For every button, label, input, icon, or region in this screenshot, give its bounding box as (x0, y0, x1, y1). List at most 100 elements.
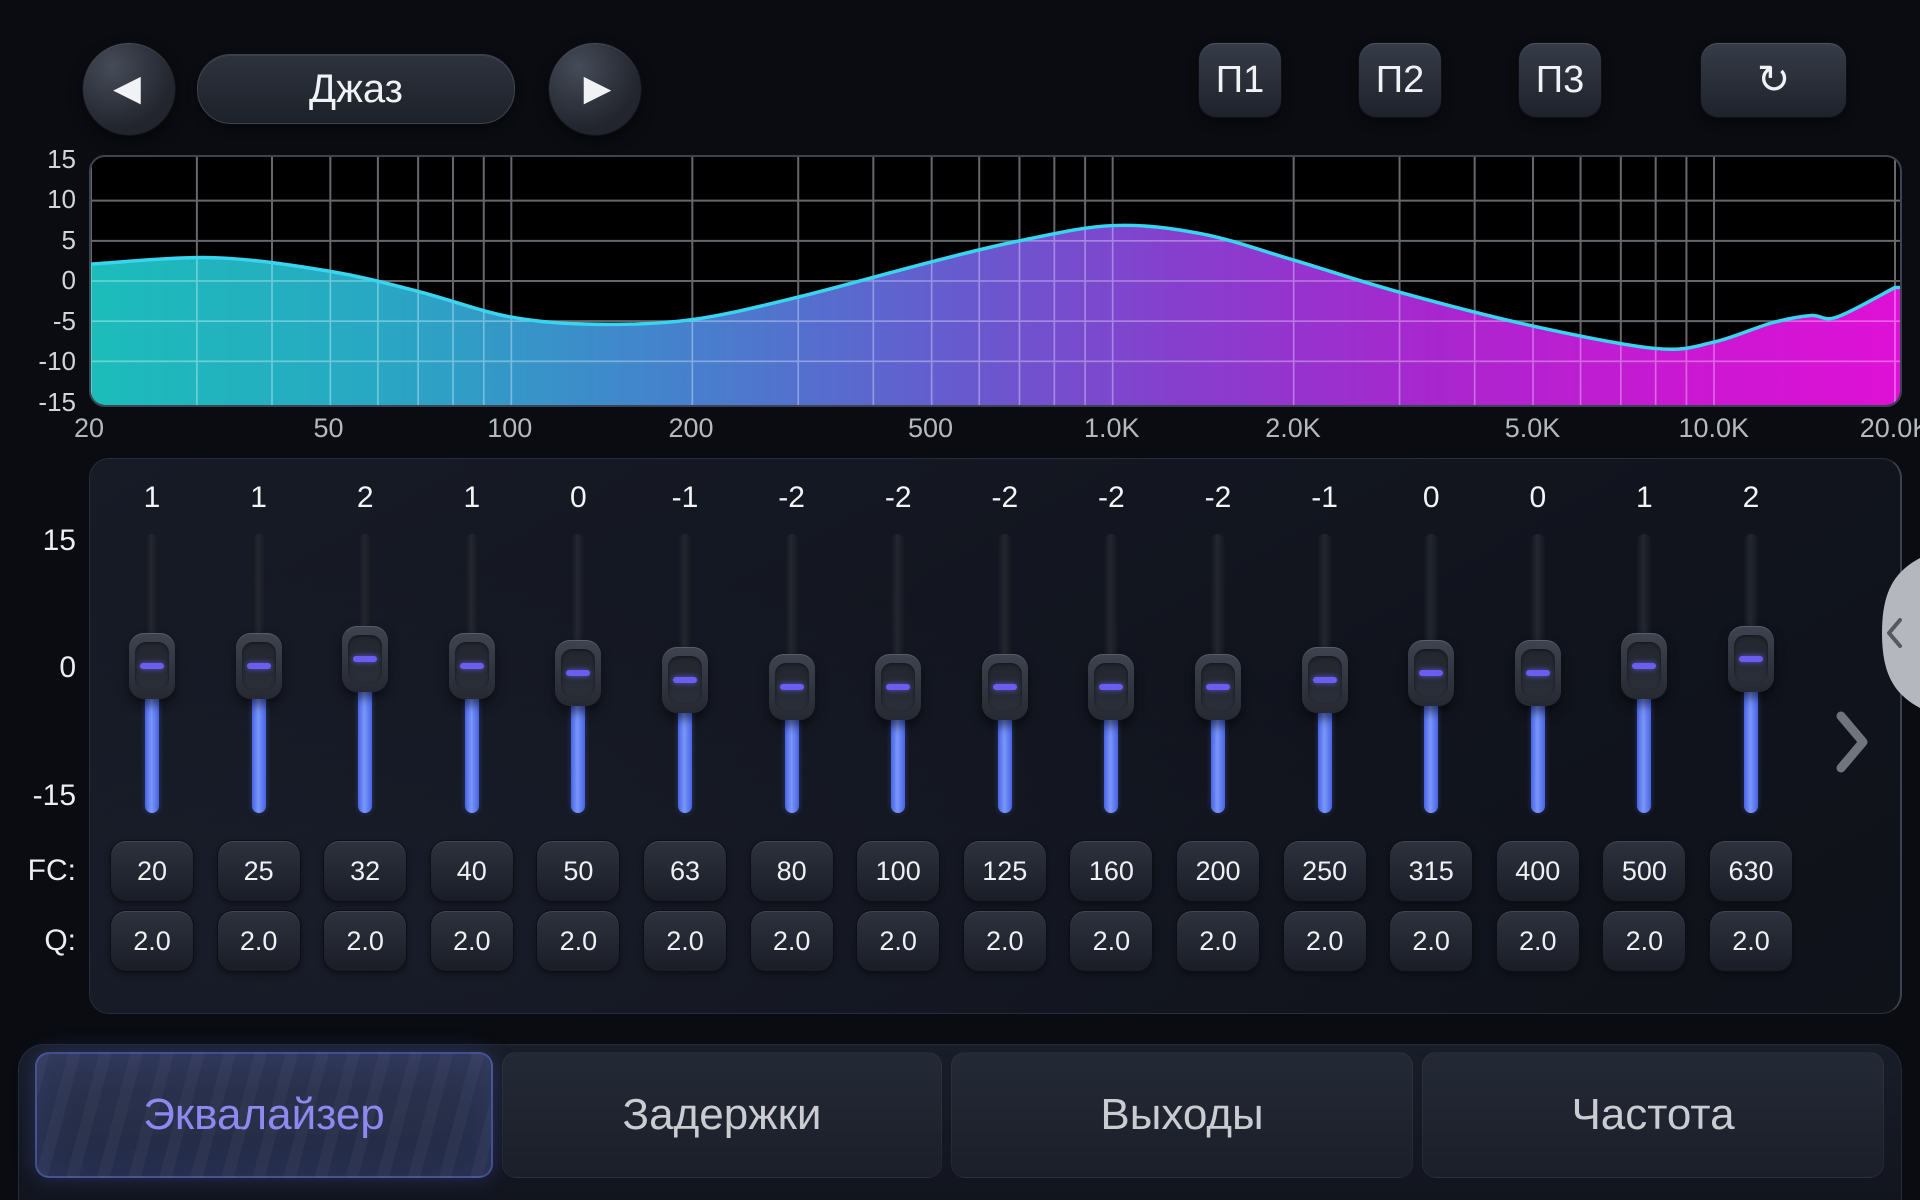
triangle-left-icon: ◀ (113, 71, 141, 107)
tab-outputs[interactable]: Выходы (951, 1052, 1413, 1178)
band-gain-label: 1 (209, 481, 309, 515)
slider-handle[interactable] (1302, 647, 1348, 713)
fc-button[interactable]: 63 (643, 840, 727, 902)
slider-handle-face (135, 642, 169, 690)
slider-handle-dash-icon (1526, 670, 1550, 676)
eq-band-125: -2 125 2.0 (955, 459, 1055, 1015)
q-button[interactable]: 2.0 (750, 910, 834, 972)
slider-handle-dash-icon (993, 684, 1017, 690)
memory-button-p3[interactable]: П3 (1518, 42, 1602, 118)
fc-button[interactable]: 250 (1283, 840, 1367, 902)
x-axis-tick: 5.0K (1488, 413, 1578, 444)
eq-band-160: -2 160 2.0 (1061, 459, 1161, 1015)
slider-handle-dash-icon (1313, 677, 1337, 683)
q-button[interactable]: 2.0 (1283, 910, 1367, 972)
q-button[interactable]: 2.0 (1496, 910, 1580, 972)
x-axis-tick: 1.0K (1067, 413, 1157, 444)
slider-handle[interactable] (662, 647, 708, 713)
band-gain-label: -1 (635, 481, 735, 515)
reset-button[interactable]: ↻ (1700, 42, 1847, 118)
fc-button[interactable]: 25 (217, 840, 301, 902)
q-button[interactable]: 2.0 (963, 910, 1047, 972)
fc-button[interactable]: 125 (963, 840, 1047, 902)
memory-button-p2[interactable]: П2 (1358, 42, 1442, 118)
frequency-response-chart (89, 155, 1902, 407)
q-button[interactable]: 2.0 (856, 910, 940, 972)
y-axis-tick: -15 (10, 389, 76, 415)
fc-button[interactable]: 160 (1069, 840, 1153, 902)
eq-band-50: 0 50 2.0 (528, 459, 628, 1015)
slider-handle[interactable] (1408, 640, 1454, 706)
x-axis-tick: 50 (284, 413, 374, 444)
eq-band-25: 1 25 2.0 (209, 459, 309, 1015)
q-button[interactable]: 2.0 (1602, 910, 1686, 972)
fc-button[interactable]: 20 (110, 840, 194, 902)
slider-handle-face (1521, 649, 1555, 697)
reset-refresh-icon: ↻ (1757, 60, 1791, 100)
slider-handle[interactable] (129, 633, 175, 699)
fc-button[interactable]: 100 (856, 840, 940, 902)
fc-button[interactable]: 32 (323, 840, 407, 902)
slider-handle[interactable] (236, 633, 282, 699)
eq-band-80: -2802.0 (742, 459, 842, 1015)
y-axis-tick: 5 (10, 227, 76, 253)
eq-band-32: 2322.0 (315, 459, 415, 1015)
next-bands-page-button[interactable] (1830, 706, 1876, 778)
slider-handle[interactable] (1621, 633, 1667, 699)
q-button[interactable]: 2.0 (323, 910, 407, 972)
preset-selector[interactable]: Джаз (197, 54, 515, 124)
fc-button[interactable]: 400 (1496, 840, 1580, 902)
fc-button[interactable]: 500 (1602, 840, 1686, 902)
fc-button[interactable]: 630 (1709, 840, 1793, 902)
slider-handle-dash-icon (1099, 684, 1123, 690)
preset-next-button[interactable]: ▶ (548, 42, 642, 136)
tab-equalizer[interactable]: Эквалайзер (35, 1052, 493, 1178)
slider-handle[interactable] (1515, 640, 1561, 706)
q-button[interactable]: 2.0 (1069, 910, 1153, 972)
tab-label: Задержки (623, 1090, 822, 1140)
slider-scale-max-label: 15 (10, 524, 76, 558)
memory-button-p1[interactable]: П1 (1198, 42, 1282, 118)
fc-button[interactable]: 80 (750, 840, 834, 902)
fc-button[interactable]: 50 (536, 840, 620, 902)
preset-prev-button[interactable]: ◀ (82, 42, 176, 136)
slider-handle-face (1627, 642, 1661, 690)
slider-handle-face (561, 649, 595, 697)
x-axis-tick: 10.0K (1669, 413, 1759, 444)
fc-button[interactable]: 200 (1176, 840, 1260, 902)
slider-handle[interactable] (1195, 654, 1241, 720)
slider-handle[interactable] (449, 633, 495, 699)
side-drawer-handle[interactable] (1856, 558, 1920, 708)
y-axis-tick: -10 (10, 348, 76, 374)
band-gain-label: -2 (848, 481, 948, 515)
q-button[interactable]: 2.0 (430, 910, 514, 972)
q-button[interactable]: 2.0 (643, 910, 727, 972)
slider-handle[interactable] (1088, 654, 1134, 720)
slider-handle-face (242, 642, 276, 690)
slider-handle[interactable] (342, 626, 388, 692)
slider-handle-dash-icon (673, 677, 697, 683)
slider-handle[interactable] (875, 654, 921, 720)
q-button[interactable]: 2.0 (1709, 910, 1793, 972)
x-axis-tick: 200 (646, 413, 736, 444)
band-gain-label: -2 (1061, 481, 1161, 515)
band-gain-label: -2 (955, 481, 1055, 515)
y-axis-tick: 15 (10, 146, 76, 172)
band-gain-label: 0 (528, 481, 628, 515)
tab-frequency[interactable]: Частота (1422, 1052, 1884, 1178)
fc-button[interactable]: 315 (1389, 840, 1473, 902)
tab-delays[interactable]: Задержки (502, 1052, 942, 1178)
slider-handle[interactable] (1728, 626, 1774, 692)
slider-handle-dash-icon (1206, 684, 1230, 690)
slider-handle[interactable] (982, 654, 1028, 720)
q-button[interactable]: 2.0 (1389, 910, 1473, 972)
slider-handle[interactable] (555, 640, 601, 706)
q-button[interactable]: 2.0 (1176, 910, 1260, 972)
y-axis-tick: 10 (10, 186, 76, 212)
q-button[interactable]: 2.0 (110, 910, 194, 972)
fc-button[interactable]: 40 (430, 840, 514, 902)
q-button[interactable]: 2.0 (217, 910, 301, 972)
q-button[interactable]: 2.0 (536, 910, 620, 972)
slider-handle-dash-icon (886, 684, 910, 690)
slider-handle[interactable] (769, 654, 815, 720)
